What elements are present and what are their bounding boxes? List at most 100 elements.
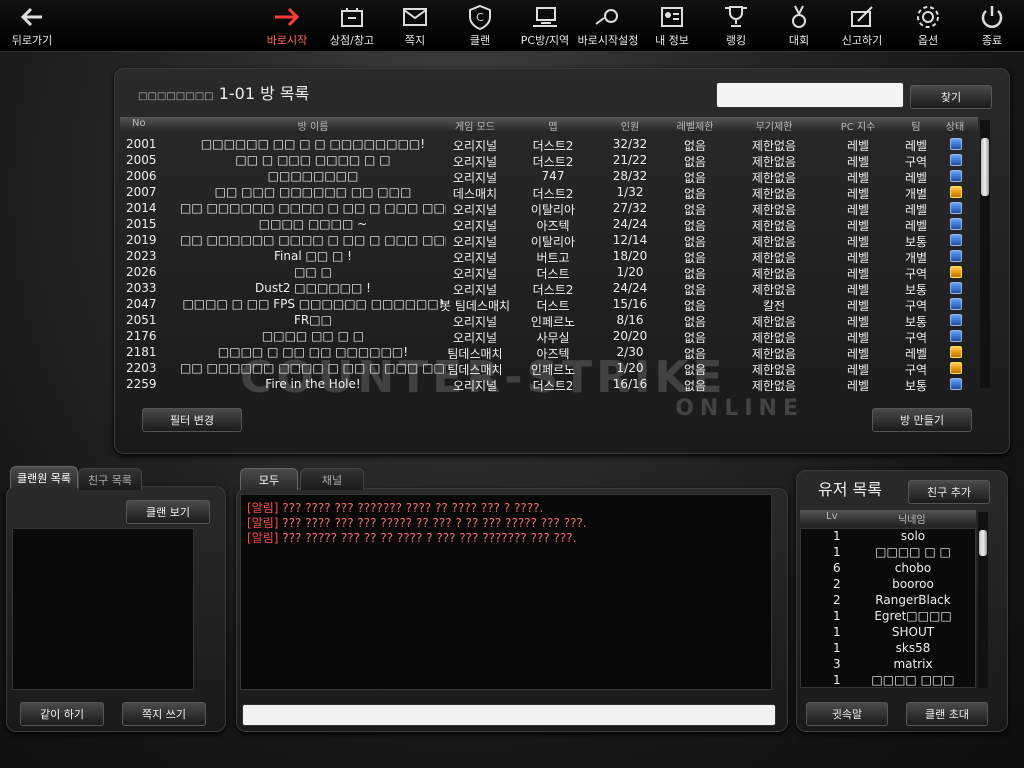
clan-invite-button[interactable]: 클랜 초대 [906, 702, 988, 726]
user-level: 2 [833, 577, 841, 591]
room-status [946, 378, 966, 391]
room-row[interactable]: 2019 □□ □□□□□□ □□□□ □ □□ □ □□□ □□□□! 오리지널 이… [120, 233, 978, 249]
whisper-button[interactable]: 귓속말 [806, 702, 888, 726]
my-info-button[interactable]: 내 정보 [650, 4, 694, 50]
waiting-status-icon [950, 362, 962, 374]
room-row[interactable]: 2005 □□ □ □□□ □□□□ □ □ 오리지널 더스트2 21/22 없음 제한없음… [120, 153, 978, 169]
shop-icon [341, 8, 363, 27]
room-map: 더스트 [536, 299, 570, 313]
room-players: 16/16 [612, 377, 648, 391]
room-weapon-limit: 제한없음 [751, 235, 797, 249]
options-button[interactable]: 옵션 [910, 4, 946, 50]
room-pc-index: 레벨 [846, 315, 870, 329]
col-weapon-limit[interactable]: 무기제한 [734, 118, 814, 133]
tournament-button[interactable]: 대회 [784, 4, 814, 50]
clan-list-scrollbar[interactable] [196, 528, 206, 690]
play-together-button[interactable]: 같이 하기 [20, 702, 104, 726]
room-level-limit: 없음 [683, 139, 707, 153]
create-room-button[interactable]: 방 만들기 [872, 408, 972, 432]
room-pc-index: 레벨 [846, 203, 870, 217]
col-team[interactable]: 팀 [896, 118, 936, 133]
user-row[interactable]: 2 RangerBlack [801, 593, 975, 609]
room-list-scroll-thumb[interactable] [981, 138, 989, 196]
room-row[interactable]: 2006 □□□□□□□□ 오리지널 747 28/32 없음 제한없음 레벨 레벨 [120, 169, 978, 185]
room-map: 더스트2 [532, 187, 574, 201]
room-row[interactable]: 2023 Final □□ □ ! 오리지널 버트고 18/20 없음 제한없음 레벨 개별 [120, 249, 978, 265]
col-user-nickname[interactable]: 닉네임 [898, 511, 926, 526]
user-row[interactable]: 1 □□□□ □□□ [801, 673, 975, 687]
quick-start-settings-button[interactable]: 바로시작설정 [574, 4, 642, 50]
col-players[interactable]: 인원 [590, 118, 670, 133]
back-arrow-icon [20, 7, 42, 27]
user-list-scroll-thumb[interactable] [979, 530, 987, 556]
user-row[interactable]: 1 sks58 [801, 641, 975, 657]
user-row[interactable]: 6 chobo [801, 561, 975, 577]
quick-start-button[interactable]: 바로시작 [262, 4, 312, 50]
shop-button[interactable]: 상점/창고 [326, 4, 378, 50]
room-list-title: □□□□□□□□ 1-01 방 목록 [138, 80, 309, 104]
ranking-button[interactable]: 랭킹 [718, 4, 754, 50]
user-row[interactable]: 1 solo [801, 529, 975, 545]
col-pc-index[interactable]: PC 지수 [814, 118, 902, 133]
pc-room-icon [533, 7, 557, 27]
col-no[interactable]: No [132, 118, 180, 129]
room-row[interactable]: 2047 □□□□ □ □□ FPS □□□□□□ □□□□□□! 봇 팀데스매치 더… [120, 297, 978, 313]
room-level-limit: 없음 [683, 347, 707, 361]
send-note-button[interactable]: 쪽지 쓰기 [122, 702, 206, 726]
pc-room-button[interactable]: PC방/지역 [516, 4, 574, 50]
room-row[interactable]: 2051 FR□□ 오리지널 인페르노 8/16 없음 제한없음 레벨 보통 [120, 313, 978, 329]
user-level: 1 [833, 641, 841, 655]
tab-clan-members[interactable]: 클랜원 목록 [10, 466, 78, 488]
col-level-limit[interactable]: 레벨제한 [660, 118, 730, 133]
tab-chat-channel[interactable]: 채널 [300, 468, 364, 490]
user-list-scrollbar[interactable] [978, 512, 988, 688]
report-button[interactable]: 신고하기 [836, 4, 888, 50]
filter-change-button[interactable]: 필터 변경 [142, 408, 242, 432]
room-row[interactable]: 2001 □□□□□□ □□ □ □ □□□□□□□□! 오리지널 더스트2 32/32… [120, 137, 978, 153]
room-row[interactable]: 2203 □□ □□□□□□ □□□□ □ □□ □ □□□ □□□□! 팀데스매치… [120, 361, 978, 377]
room-team: 구역 [904, 331, 928, 345]
room-row[interactable]: 2181 □□□□ □ □□ □□ □□□□□□! 팀데스매치 아즈텍 2/30 없음 제한… [120, 345, 978, 361]
top-menu-bar: 뒤로가기 바로시작 상점/창고 쪽지 C 클랜 PC방/지역 바로시작설정 내 … [0, 0, 1024, 52]
room-row[interactable]: 2015 □□□□ □□□□ ~ 오리지널 아즈텍 24/24 없음 제한없음 레벨 레벨 [120, 217, 978, 233]
col-status[interactable]: 상태 [940, 118, 970, 133]
room-search-input[interactable] [716, 82, 904, 108]
user-row[interactable]: 2 booroo [801, 577, 975, 593]
room-players: 28/32 [612, 169, 648, 183]
search-button[interactable]: 찾기 [910, 85, 992, 109]
clan-view-button[interactable]: 클랜 보기 [126, 500, 210, 524]
room-list-scrollbar[interactable] [980, 120, 990, 388]
mail-button[interactable]: 쪽지 [396, 4, 434, 50]
add-friend-button[interactable]: 친구 추가 [908, 480, 990, 504]
room-level-limit: 없음 [683, 283, 707, 297]
chat-scrollbar[interactable] [758, 496, 768, 688]
room-row[interactable]: 2176 □□□□ □□ □ □ 오리지널 사무실 20/20 없음 제한없음 레벨 구역 [120, 329, 978, 345]
room-weapon-limit: 칼전 [762, 299, 786, 313]
user-row[interactable]: 1 □□□□ □ □ [801, 545, 975, 561]
room-level-limit: 없음 [683, 203, 707, 217]
room-team: 보통 [904, 379, 928, 393]
tab-friends[interactable]: 친구 목록 [78, 468, 142, 490]
user-row[interactable]: 1 SHOUT [801, 625, 975, 641]
chat-input[interactable] [242, 704, 776, 726]
col-map[interactable]: 맵 [508, 118, 598, 133]
clan-button[interactable]: C 클랜 [462, 4, 498, 50]
user-level: 1 [833, 673, 841, 687]
room-row[interactable]: 2026 □□ □ 오리지널 더스트 1/20 없음 제한없음 레벨 구역 [120, 265, 978, 281]
room-row[interactable]: 2259 Fire in the Hole! 오리지널 더스트2 16/16 없음 제한없음… [120, 377, 978, 393]
room-row[interactable]: 2007 □□ □□□ □□□□□□ □□ □□□ 데스매치 더스트2 1/32 없음 제한… [120, 185, 978, 201]
tab-chat-all[interactable]: 모두 [240, 468, 298, 490]
user-row[interactable]: 3 matrix [801, 657, 975, 673]
options-label: 옵션 [917, 34, 939, 47]
room-team: 개별 [904, 187, 928, 201]
room-players: 24/24 [612, 281, 648, 295]
room-status [946, 234, 966, 247]
exit-button[interactable]: 종료 [974, 4, 1010, 50]
back-button[interactable]: 뒤로가기 [8, 4, 56, 50]
room-row[interactable]: 2014 □□ □□□□□□ □□□□ □ □□ □ □□□ □□□□! 오리지널 이… [120, 201, 978, 217]
room-number: 2176 [126, 329, 157, 343]
room-status [946, 186, 966, 199]
col-user-level[interactable]: Lv [826, 511, 838, 522]
room-row[interactable]: 2033 Dust2 □□□□□□ ! 오리지널 더스트2 24/24 없음 제한없음 레벨 보… [120, 281, 978, 297]
user-row[interactable]: 1 Egret□□□□ [801, 609, 975, 625]
